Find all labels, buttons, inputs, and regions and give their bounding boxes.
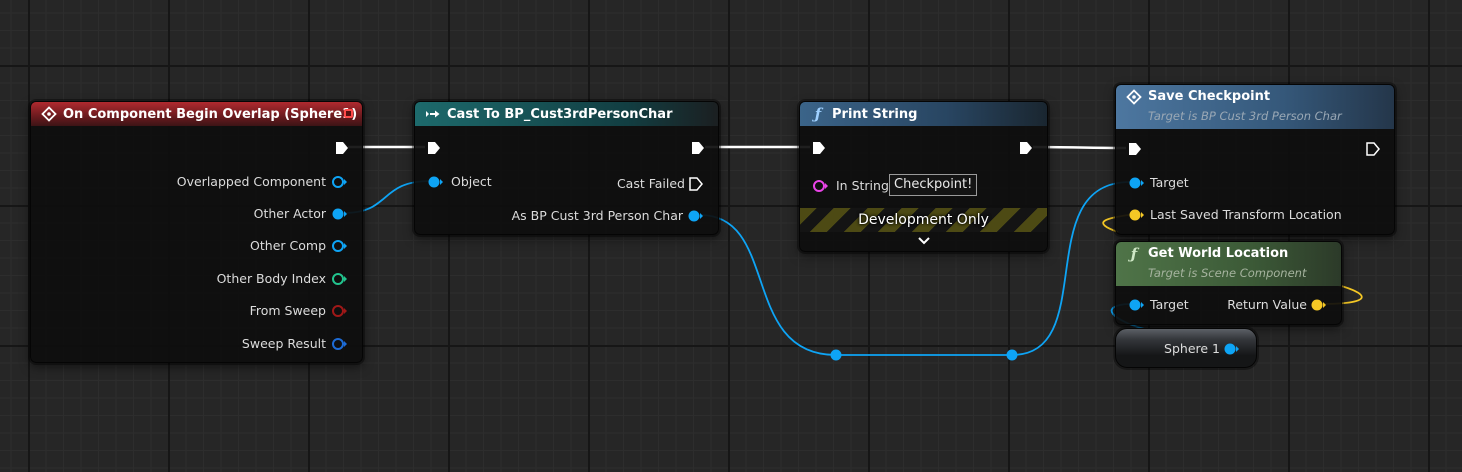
print-string-header[interactable]: ƒ Print String xyxy=(800,102,1047,126)
exec-out-pin[interactable] xyxy=(334,140,350,156)
chevron-down-icon xyxy=(917,237,930,245)
event-diamond-icon xyxy=(1126,89,1142,105)
vector-pin-icon[interactable] xyxy=(1310,297,1326,313)
exec-out-pin[interactable] xyxy=(690,140,706,156)
development-only-banner: Development Only xyxy=(800,208,1047,232)
integer-pin-icon[interactable] xyxy=(331,271,347,287)
print-string-node[interactable]: ƒ Print String In String Checkpoint! Dev… xyxy=(799,101,1048,252)
cast-node-title: Cast To BP_Cust3rdPersonChar xyxy=(447,106,673,122)
object-pin-icon[interactable] xyxy=(687,208,703,224)
development-only-label: Development Only xyxy=(858,212,989,228)
get-world-location-subtitle: Target is Scene Component xyxy=(1148,266,1307,280)
pin-label-as-bp-cust: As BP Cust 3rd Person Char xyxy=(511,208,683,223)
stop-icon xyxy=(344,109,353,118)
exec-in-pin[interactable] xyxy=(426,140,442,156)
object-pin-icon[interactable] xyxy=(331,174,347,190)
pin-label-from-sweep: From Sweep xyxy=(249,303,326,318)
pin-label-object: Object xyxy=(451,174,492,189)
get-world-location-title: Get World Location xyxy=(1148,246,1289,261)
pin-label-target: Target xyxy=(1150,175,1189,190)
vector-pin-icon[interactable] xyxy=(1128,207,1144,223)
event-node-begin-overlap[interactable]: On Component Begin Overlap (Sphere1) Ove… xyxy=(30,101,363,363)
exec-out-pin[interactable] xyxy=(1365,141,1381,157)
pin-label-other-comp: Other Comp xyxy=(250,238,326,253)
in-string-input[interactable]: Checkpoint! xyxy=(889,174,978,196)
exec-in-pin[interactable] xyxy=(1127,141,1143,157)
function-icon: ƒ xyxy=(814,105,822,123)
object-pin-icon[interactable] xyxy=(427,174,443,190)
cast-node-header[interactable]: Cast To BP_Cust3rdPersonChar xyxy=(415,102,718,126)
pin-label-last-saved: Last Saved Transform Location xyxy=(1150,207,1342,222)
sphere1-variable-node[interactable]: Sphere 1 xyxy=(1115,328,1257,368)
pin-label-cast-failed: Cast Failed xyxy=(616,176,685,191)
print-string-title: Print String xyxy=(832,106,918,122)
exec-in-pin[interactable] xyxy=(811,140,827,156)
pin-label-target: Target xyxy=(1150,297,1189,312)
get-world-location-node[interactable]: ƒ Get World Location Target is Scene Com… xyxy=(1115,241,1342,325)
object-pin-icon[interactable] xyxy=(1223,341,1239,357)
cast-node[interactable]: Cast To BP_Cust3rdPersonChar Object Cast… xyxy=(414,101,719,235)
object-pin-icon[interactable] xyxy=(331,238,347,254)
cast-arrow-icon xyxy=(426,110,440,118)
boolean-pin-icon[interactable] xyxy=(331,303,347,319)
function-icon: ƒ xyxy=(1130,245,1138,263)
expand-toggle[interactable] xyxy=(800,232,1047,248)
pin-label-overlapped-component: Overlapped Component xyxy=(176,174,326,189)
exec-out-pin-cast-failed[interactable] xyxy=(688,176,704,192)
pin-label-sweep-result: Sweep Result xyxy=(241,336,326,351)
sphere1-label: Sphere 1 xyxy=(1164,341,1220,356)
pin-label-other-actor: Other Actor xyxy=(253,206,326,221)
save-checkpoint-node[interactable]: Save Checkpoint Target is BP Cust 3rd Pe… xyxy=(1115,84,1395,235)
pin-label-other-body-index: Other Body Index xyxy=(216,271,326,286)
object-pin-icon[interactable] xyxy=(1128,175,1144,191)
save-checkpoint-subtitle: Target is BP Cust 3rd Person Char xyxy=(1148,109,1342,123)
string-pin-icon[interactable] xyxy=(812,178,828,194)
event-node-header[interactable]: On Component Begin Overlap (Sphere1) xyxy=(31,102,362,126)
event-diamond-icon xyxy=(41,106,57,122)
pin-label-in-string: In String xyxy=(836,178,889,193)
exec-out-pin[interactable] xyxy=(1018,140,1034,156)
pin-label-return-value: Return Value xyxy=(1227,297,1307,312)
struct-pin-icon[interactable] xyxy=(331,336,347,352)
reroute-node-1[interactable] xyxy=(830,349,842,361)
object-pin-icon[interactable] xyxy=(1128,297,1144,313)
save-checkpoint-title: Save Checkpoint xyxy=(1148,89,1271,104)
event-node-title: On Component Begin Overlap (Sphere1) xyxy=(63,106,358,122)
object-pin-icon[interactable] xyxy=(331,206,347,222)
reroute-node-2[interactable] xyxy=(1006,349,1018,361)
